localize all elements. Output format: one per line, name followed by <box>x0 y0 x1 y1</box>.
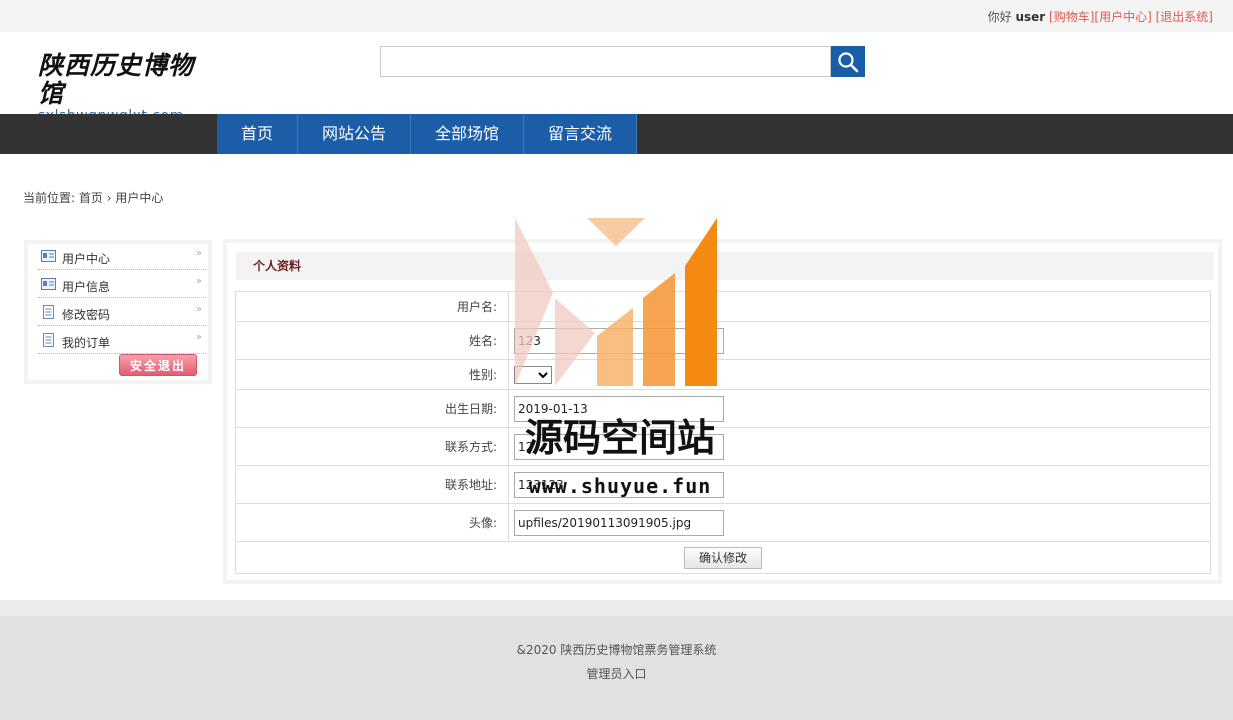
logout-link[interactable]: [退出系统] <box>1156 10 1213 24</box>
user-links: 你好 user [购物车][用户中心] [退出系统] <box>988 8 1213 25</box>
birth-date-input[interactable] <box>514 395 724 422</box>
contact-input[interactable] <box>514 433 724 460</box>
safe-logout-button[interactable]: 安全退出 <box>119 354 197 376</box>
panel-title: 个人资料 <box>236 252 1214 280</box>
sidebar-item-change-password[interactable]: 修改密码 » <box>38 300 206 326</box>
site-logo[interactable]: 陕西历史博物馆 sxlsbwgpwglxt.com <box>38 52 208 125</box>
form-row: 性别: <box>235 359 1211 390</box>
chevron-right-icon: » <box>195 304 202 315</box>
document-icon <box>43 305 54 319</box>
header: 陕西历史博物馆 sxlsbwgpwglxt.com <box>0 32 1233 125</box>
sidebar-item-label: 修改密码 <box>62 308 111 322</box>
sidebar: 用户中心 » 用户信息 » 修改密码 » 我的订单 » 安全退出 <box>24 240 212 384</box>
breadcrumb-prefix: 当前位置: <box>23 191 76 205</box>
form-row: 联系地址: <box>235 465 1211 504</box>
name-label: 姓名: <box>235 321 509 360</box>
confirm-edit-button[interactable]: 确认修改 <box>684 546 762 569</box>
chevron-right-icon: » <box>195 248 202 259</box>
sidebar-item-user-center[interactable]: 用户中心 » <box>38 244 206 270</box>
username-value <box>508 291 1211 322</box>
nav-item-messages[interactable]: 留言交流 <box>524 114 637 154</box>
form-row: 姓名: <box>235 321 1211 360</box>
greeting-text: 你好 <box>987 10 1012 24</box>
nav-item-home[interactable]: 首页 <box>217 114 298 154</box>
search-button[interactable] <box>831 46 865 77</box>
form-row: 出生日期: <box>235 389 1211 428</box>
admin-entry-link[interactable]: 管理员入口 <box>586 667 646 681</box>
sidebar-item-label: 我的订单 <box>62 336 111 350</box>
address-input[interactable] <box>514 471 724 498</box>
nav-item-venues[interactable]: 全部场馆 <box>411 114 524 154</box>
breadcrumb-current: 用户中心 <box>115 191 164 205</box>
contact-label: 联系方式: <box>235 427 509 466</box>
birth-date-label: 出生日期: <box>235 389 509 428</box>
main-nav: 首页 网站公告 全部场馆 留言交流 <box>0 114 1233 154</box>
nav-item-announcements[interactable]: 网站公告 <box>298 114 411 154</box>
search-input[interactable] <box>380 46 831 77</box>
footer: &2020 陕西历史博物馆票务管理系统 管理员入口 <box>0 616 1233 720</box>
document-icon <box>43 333 54 347</box>
address-label: 联系地址: <box>235 465 509 504</box>
copyright-text: &2020 陕西历史博物馆票务管理系统 <box>516 643 717 657</box>
gender-select[interactable] <box>514 365 552 384</box>
sidebar-item-user-info[interactable]: 用户信息 » <box>38 272 206 298</box>
name-input[interactable] <box>514 327 724 354</box>
logo-calligraphy: 陕西历史博物馆 <box>38 51 195 108</box>
top-bar: 你好 user [购物车][用户中心] [退出系统] <box>0 0 1233 32</box>
id-card-icon <box>41 278 56 290</box>
profile-form: 用户名: 姓名: 性别: 出生日期: 联系方式: 联系地址: 头像: <box>235 291 1211 574</box>
footer-divider <box>0 600 1233 616</box>
search-icon <box>838 51 859 72</box>
breadcrumb: 当前位置: 首页 › 用户中心 <box>23 189 163 206</box>
chevron-right-icon: » <box>195 276 202 287</box>
avatar-label: 头像: <box>235 503 509 542</box>
username-text: user <box>1015 10 1046 24</box>
breadcrumb-separator: › <box>106 191 112 205</box>
id-card-icon <box>41 250 56 262</box>
form-row: 联系方式: <box>235 427 1211 466</box>
gender-label: 性别: <box>235 359 509 390</box>
username-label: 用户名: <box>235 291 509 322</box>
form-row: 头像: <box>235 503 1211 542</box>
user-center-link[interactable]: [用户中心] <box>1094 10 1151 24</box>
chevron-right-icon: » <box>195 332 202 343</box>
sidebar-item-my-orders[interactable]: 我的订单 » <box>38 328 206 354</box>
search-box <box>380 46 865 77</box>
cart-link[interactable]: [购物车] <box>1049 10 1094 24</box>
form-row: 用户名: <box>235 291 1211 322</box>
avatar-input[interactable] <box>514 509 724 536</box>
sidebar-item-label: 用户中心 <box>62 252 111 266</box>
breadcrumb-home[interactable]: 首页 <box>79 191 103 205</box>
form-row: 确认修改 <box>235 541 1211 574</box>
profile-panel: 个人资料 用户名: 姓名: 性别: 出生日期: 联系方式: 联系地址: 头像: <box>223 239 1222 584</box>
sidebar-item-label: 用户信息 <box>62 280 111 294</box>
